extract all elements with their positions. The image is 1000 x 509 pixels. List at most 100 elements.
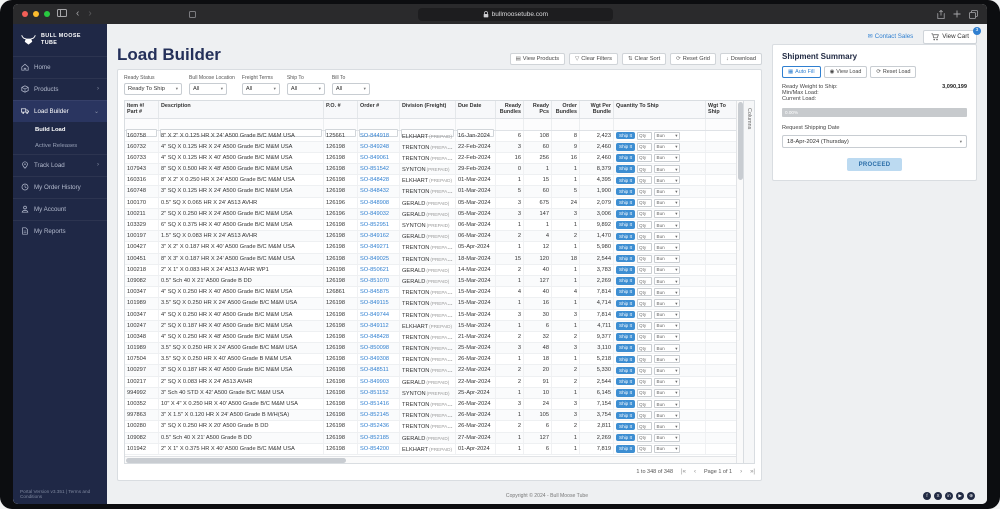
contact-sales-link[interactable]: ✉ Contact Sales bbox=[868, 33, 914, 40]
ship-it-button[interactable]: Ship It bbox=[616, 311, 635, 319]
qty-input[interactable] bbox=[637, 176, 652, 184]
ready-status-select[interactable]: Ready To Ship▾ bbox=[124, 83, 182, 95]
tab-preview-icon[interactable] bbox=[189, 11, 196, 18]
columns-panel-tab[interactable]: Columns bbox=[743, 101, 754, 463]
qty-input[interactable] bbox=[637, 389, 652, 397]
ship-it-button[interactable]: Ship It bbox=[616, 277, 635, 285]
address-bar[interactable]: bullmoosetube.com bbox=[418, 8, 613, 21]
column-header-due-date[interactable]: Due Date bbox=[456, 101, 496, 118]
qty-input[interactable] bbox=[637, 344, 652, 352]
ship-it-button[interactable]: Ship It bbox=[616, 210, 635, 218]
order-link[interactable]: SO-849248 bbox=[360, 144, 389, 150]
bundle-unit-select[interactable]: Bun▾ bbox=[654, 389, 680, 397]
sidebar-subitem-active-releases[interactable]: Active Releases bbox=[13, 138, 107, 154]
bundle-unit-select[interactable]: Bun▾ bbox=[654, 344, 680, 352]
youtube-icon[interactable]: ▶ bbox=[956, 492, 964, 500]
new-tab-icon[interactable] bbox=[953, 10, 961, 18]
ship-it-button[interactable]: Ship It bbox=[616, 400, 635, 408]
download-button[interactable]: ↓Download bbox=[720, 53, 762, 65]
bundle-unit-select[interactable]: Bun▾ bbox=[654, 132, 680, 140]
qty-input[interactable] bbox=[637, 299, 652, 307]
clear-sort-button[interactable]: ⇅Clear Sort bbox=[622, 53, 666, 65]
ship-it-button[interactable]: Ship It bbox=[616, 288, 635, 296]
column-header-order-bundles[interactable]: Order Bundles bbox=[552, 101, 580, 118]
ship-it-button[interactable]: Ship It bbox=[616, 177, 635, 185]
order-link[interactable]: SO-851542 bbox=[360, 166, 389, 172]
bundle-unit-select[interactable]: Bun▾ bbox=[654, 188, 680, 196]
last-page-icon[interactable]: »| bbox=[750, 469, 755, 475]
share-icon[interactable] bbox=[937, 10, 945, 19]
bundle-unit-select[interactable]: Bun▾ bbox=[654, 434, 680, 442]
qty-input[interactable] bbox=[637, 188, 652, 196]
bundle-unit-select[interactable]: Bun▾ bbox=[654, 165, 680, 173]
column-header-description[interactable]: Description bbox=[159, 101, 324, 118]
forward-icon[interactable]: › bbox=[86, 9, 93, 19]
horizontal-scrollbar[interactable] bbox=[125, 456, 736, 463]
order-link[interactable]: SO-849025 bbox=[360, 256, 389, 262]
sidebar-item-my-account[interactable]: My Account bbox=[13, 198, 107, 220]
order-link[interactable]: SO-850098 bbox=[360, 345, 389, 351]
order-link[interactable]: SO-854200 bbox=[360, 446, 389, 452]
sidebar-item-load-builder[interactable]: Load Builder⌄ bbox=[13, 100, 107, 122]
bill-to-select[interactable]: All▾ bbox=[332, 83, 370, 95]
column-header-quantity-to-ship[interactable]: Quantity To Ship bbox=[614, 101, 706, 118]
ship-it-button[interactable]: Ship It bbox=[616, 165, 635, 173]
column-header-item-part[interactable]: Item #/ Part # bbox=[125, 101, 159, 118]
qty-input[interactable] bbox=[637, 333, 652, 341]
qty-input[interactable] bbox=[637, 132, 652, 140]
portal-version[interactable]: Portal Version v3.351 | Terms and Condit… bbox=[13, 485, 107, 504]
column-header-ready-pcs[interactable]: Ready Pcs bbox=[524, 101, 552, 118]
column-header-order[interactable]: Order # bbox=[358, 101, 400, 118]
ship-it-button[interactable]: Ship It bbox=[616, 255, 635, 263]
qty-input[interactable] bbox=[637, 311, 652, 319]
order-link[interactable]: SO-849162 bbox=[360, 233, 389, 239]
close-window-button[interactable] bbox=[22, 11, 28, 17]
sidebar-item-my-reports[interactable]: My Reports bbox=[13, 220, 107, 242]
ship-to-select[interactable]: All▾ bbox=[287, 83, 325, 95]
reset-grid-button[interactable]: ⟳Reset Grid bbox=[670, 53, 716, 65]
ship-it-button[interactable]: Ship It bbox=[616, 356, 635, 364]
ship-it-button[interactable]: Ship It bbox=[616, 266, 635, 274]
ship-it-button[interactable]: Ship It bbox=[616, 154, 635, 162]
order-link[interactable]: SO-849271 bbox=[360, 244, 389, 250]
bundle-unit-select[interactable]: Bun▾ bbox=[654, 232, 680, 240]
next-page-icon[interactable]: › bbox=[740, 469, 742, 475]
bundle-unit-select[interactable]: Bun▾ bbox=[654, 299, 680, 307]
qty-input[interactable] bbox=[637, 367, 652, 375]
ship-it-button[interactable]: Ship It bbox=[616, 199, 635, 207]
bundle-unit-select[interactable]: Bun▾ bbox=[654, 445, 680, 453]
order-link[interactable]: SO-844918 bbox=[360, 133, 389, 139]
bundle-unit-select[interactable]: Bun▾ bbox=[654, 333, 680, 341]
bundle-unit-select[interactable]: Bun▾ bbox=[654, 367, 680, 375]
qty-input[interactable] bbox=[637, 243, 652, 251]
ship-it-button[interactable]: Ship It bbox=[616, 233, 635, 241]
order-link[interactable]: SO-849115 bbox=[360, 300, 389, 306]
bundle-unit-select[interactable]: Bun▾ bbox=[654, 243, 680, 251]
bundle-unit-select[interactable]: Bun▾ bbox=[654, 210, 680, 218]
qty-input[interactable] bbox=[637, 154, 652, 162]
bundle-unit-select[interactable]: Bun▾ bbox=[654, 422, 680, 430]
qty-input[interactable] bbox=[637, 355, 652, 363]
qty-input[interactable] bbox=[637, 434, 652, 442]
sidebar-item-home[interactable]: Home bbox=[13, 56, 107, 78]
zoom-window-button[interactable] bbox=[44, 11, 50, 17]
tab-overview-icon[interactable] bbox=[969, 10, 978, 19]
qty-input[interactable] bbox=[637, 411, 652, 419]
ship-it-button[interactable]: Ship It bbox=[616, 412, 635, 420]
order-link[interactable]: SO-852951 bbox=[360, 222, 389, 228]
bundle-unit-select[interactable]: Bun▾ bbox=[654, 143, 680, 151]
order-link[interactable]: SO-849308 bbox=[360, 356, 389, 362]
column-header-division-freight[interactable]: Division (Freight) bbox=[400, 101, 456, 118]
order-link[interactable]: SO-849903 bbox=[360, 379, 389, 385]
order-link[interactable]: SO-851070 bbox=[360, 278, 389, 284]
order-link[interactable]: SO-849032 bbox=[360, 211, 389, 217]
order-link[interactable]: SO-852185 bbox=[360, 435, 389, 441]
bundle-unit-select[interactable]: Bun▾ bbox=[654, 176, 680, 184]
qty-input[interactable] bbox=[637, 199, 652, 207]
order-link[interactable]: SO-851416 bbox=[360, 401, 389, 407]
freight-terms-select[interactable]: All▾ bbox=[242, 83, 280, 95]
ship-it-button[interactable]: Ship It bbox=[616, 143, 635, 151]
bundle-unit-select[interactable]: Bun▾ bbox=[654, 199, 680, 207]
first-page-icon[interactable]: |« bbox=[681, 469, 686, 475]
qty-input[interactable] bbox=[637, 445, 652, 453]
